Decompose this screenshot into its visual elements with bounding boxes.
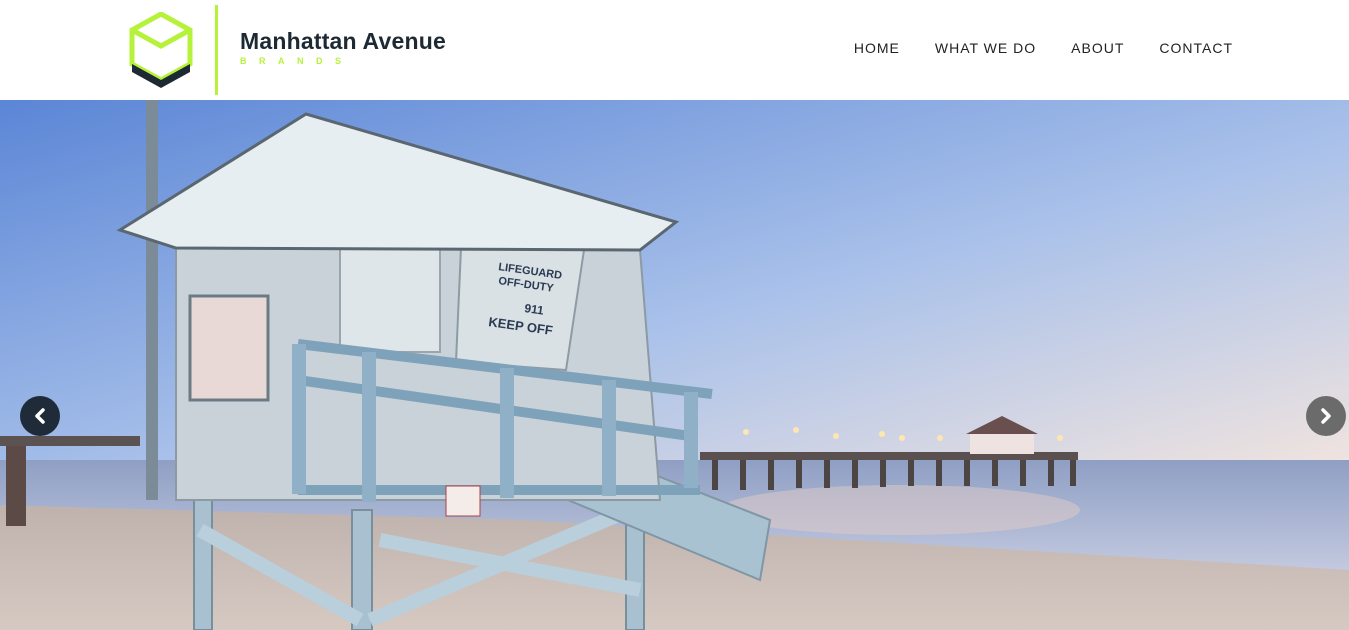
brand-name: Manhattan Avenue [240, 28, 446, 54]
chevron-left-icon [35, 408, 45, 424]
svg-text:911: 911 [524, 301, 545, 318]
slider-prev-button[interactable] [20, 396, 60, 436]
brand-logo[interactable]: Manhattan Avenue BRANDS [128, 5, 468, 96]
hexagon-logo-icon [129, 12, 193, 88]
brand-subtitle: BRANDS [240, 56, 354, 66]
nav-contact[interactable]: CONTACT [1159, 40, 1233, 56]
nav-home[interactable]: HOME [854, 40, 900, 56]
main-nav: HOME WHAT WE DO ABOUT CONTACT [854, 40, 1233, 56]
site-header: Manhattan Avenue BRANDS HOME WHAT WE DO … [0, 0, 1349, 100]
chevron-right-icon [1321, 408, 1331, 424]
logo-divider [215, 5, 218, 95]
hero-slider: LIFEGUARD OFF-DUTY 911 KEEP OFF [0, 100, 1349, 630]
slider-next-button[interactable] [1306, 396, 1346, 436]
hero-image: LIFEGUARD OFF-DUTY 911 KEEP OFF [0, 100, 1349, 630]
nav-what-we-do[interactable]: WHAT WE DO [935, 40, 1036, 56]
nav-about[interactable]: ABOUT [1071, 40, 1124, 56]
